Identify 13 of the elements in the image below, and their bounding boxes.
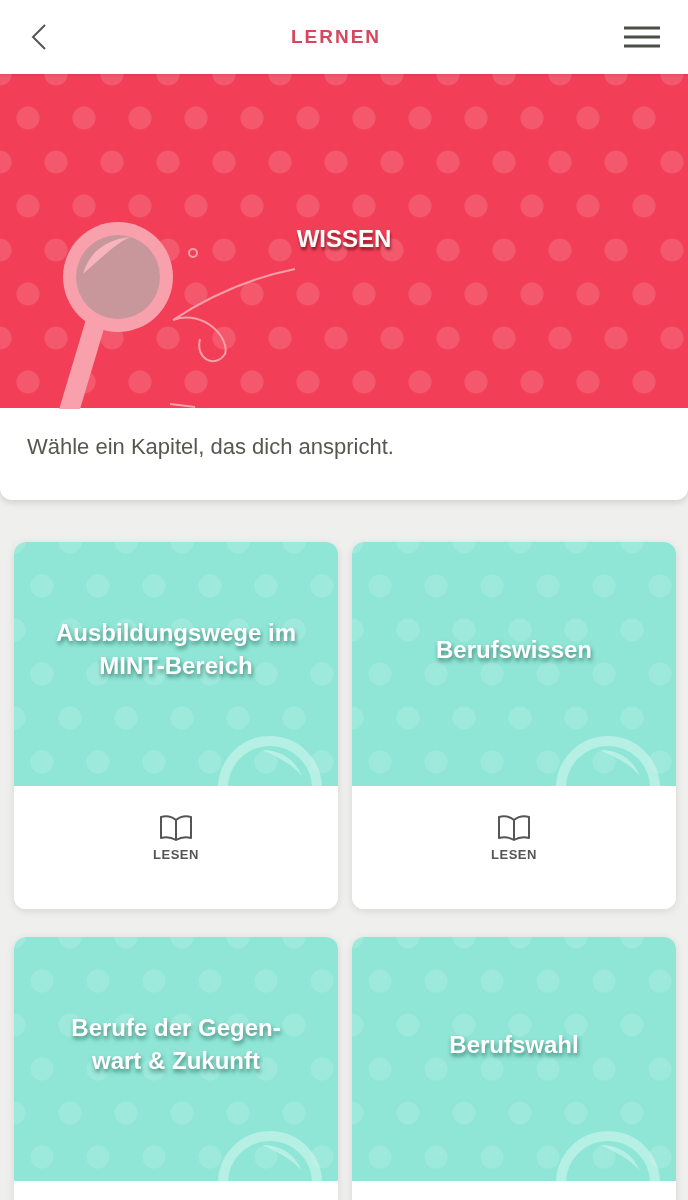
- book-icon: [497, 815, 531, 841]
- hero-title: WISSEN: [296, 225, 392, 254]
- menu-button[interactable]: [624, 26, 660, 48]
- book-icon: [159, 815, 193, 841]
- read-button[interactable]: LESEN: [153, 815, 199, 862]
- chapter-title: Berufe der Gegen- wart & Zukunft: [70, 1013, 282, 1076]
- chapter-title: Berufswissen: [434, 634, 594, 665]
- page-title: LERNEN: [290, 26, 382, 48]
- intro-text: Wähle ein Kapitel, das dich anspricht.: [27, 434, 395, 460]
- back-button[interactable]: [30, 23, 48, 51]
- chapter-title: Ausbildungswege im MINT-Bereich: [55, 618, 297, 681]
- read-button[interactable]: LESEN: [491, 815, 537, 862]
- chapter-title: Berufswahl: [448, 1029, 580, 1060]
